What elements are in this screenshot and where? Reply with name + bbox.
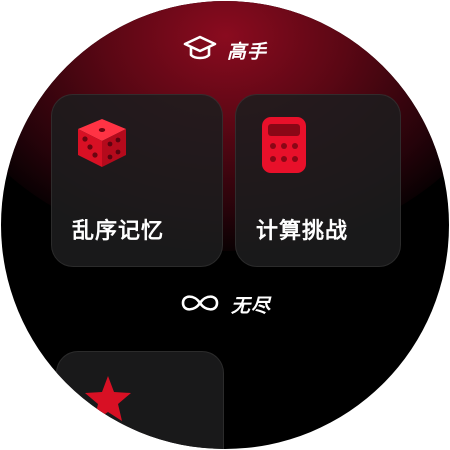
- infinity-icon: [179, 292, 221, 318]
- section-header-endless: 无尽: [1, 291, 449, 318]
- dice-icon: [74, 115, 130, 175]
- section-header-advanced: 高手: [1, 35, 449, 65]
- mode-title: 乱序记忆: [72, 219, 165, 244]
- mode-title: 计算挑战: [256, 219, 349, 244]
- mode-card-endless[interactable]: [56, 351, 224, 449]
- mode-card-shuffle-memory[interactable]: 乱序记忆: [51, 94, 223, 267]
- mode-card-calculation-challenge[interactable]: 计算挑战: [235, 94, 401, 267]
- watch-screen: 高手 乱序记忆 计算挑战 无尽: [1, 1, 449, 449]
- calculator-icon: [258, 115, 314, 179]
- star-icon: [83, 374, 133, 428]
- section-label-endless: 无尽: [230, 295, 271, 317]
- section-label-advanced: 高手: [226, 40, 267, 63]
- graduation-cap-icon: [183, 35, 217, 65]
